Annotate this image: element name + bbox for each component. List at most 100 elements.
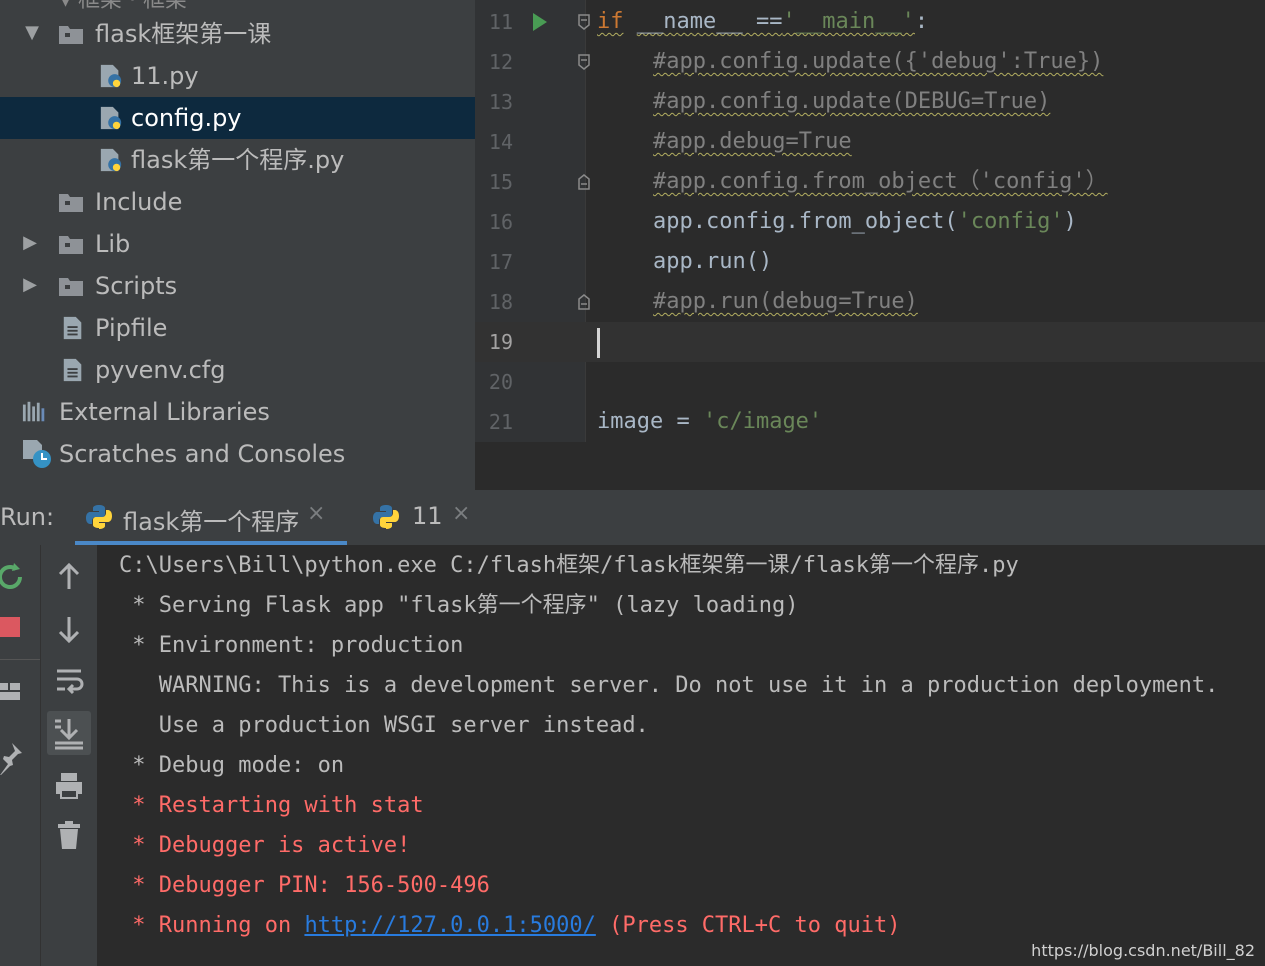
chevron-right-icon[interactable]: ▶ (20, 233, 40, 253)
fold-end-icon[interactable] (577, 174, 591, 190)
run-tab-flask-first[interactable]: flask第一个程序 × (75, 490, 347, 545)
code-line-current[interactable]: 19 (475, 322, 1265, 362)
stop-icon[interactable] (0, 607, 30, 647)
tab-label: flask第一个程序 (123, 508, 300, 536)
trash-icon[interactable] (49, 815, 89, 855)
code-line[interactable]: 18 #app.run(debug=True) (475, 282, 1265, 322)
fold-icon[interactable] (577, 54, 591, 70)
scroll-to-end-icon[interactable] (47, 711, 91, 755)
line-number: 13 (488, 90, 513, 114)
code-line[interactable]: 16 app.config.from_object('config') (475, 202, 1265, 242)
tree-item-scripts[interactable]: ▶ Scripts (0, 265, 475, 307)
run-actions-toolbar (0, 545, 40, 966)
tree-item-label: pyvenv.cfg (95, 356, 226, 384)
code-text: #app.run(debug=True) (653, 285, 918, 319)
code-string: 'config' (957, 209, 1064, 234)
text-caret (597, 328, 600, 358)
python-file-icon (100, 106, 122, 130)
chevron-down-icon[interactable]: ▼ (22, 23, 42, 43)
code-line[interactable]: 14 #app.debug=True (475, 122, 1265, 162)
code-editor[interactable]: 11 if __name__ =='__main__': 12 #app.con… (475, 0, 1265, 442)
print-icon[interactable] (49, 765, 89, 805)
tree-item-flask-course[interactable]: ▼ flask框架第一课 (0, 13, 475, 55)
console-line: C:\Users\Bill\python.exe C:/flash框架/flas… (119, 553, 1019, 578)
soft-wrap-icon[interactable] (49, 661, 89, 701)
tree-item-label: Scratches and Consoles (59, 440, 346, 468)
editor-empty-area (475, 442, 1265, 490)
line-number: 17 (488, 250, 513, 274)
code-line[interactable]: 13 #app.config.update(DEBUG=True) (475, 82, 1265, 122)
layout-icon[interactable] (0, 671, 30, 711)
fold-end-icon[interactable] (577, 294, 591, 310)
code-string: 'c/image' (702, 409, 823, 434)
tree-item-pyvenv[interactable]: pyvenv.cfg (0, 349, 475, 391)
code-line[interactable]: 17 app.run() (475, 242, 1265, 282)
down-arrow-icon[interactable] (49, 609, 89, 649)
close-icon[interactable]: × (307, 501, 325, 526)
code-line[interactable]: 20 (475, 362, 1265, 402)
code-comment: #app.debug=True (653, 129, 852, 154)
tree-item-scratches[interactable]: Scratches and Consoles (0, 433, 475, 475)
tree-item-label: flask框架第一课 (95, 20, 272, 48)
console-line: WARNING: This is a development server. D… (119, 673, 1219, 698)
run-gutter-icon[interactable] (533, 13, 547, 31)
tree-item-flask-first-py[interactable]: flask第一个程序.py (0, 139, 475, 181)
tree-item-external-libraries[interactable]: External Libraries (0, 391, 475, 433)
tree-item-lib[interactable]: ▶ Lib (0, 223, 475, 265)
code-text: image = 'c/image' (597, 405, 822, 439)
pin-icon[interactable] (0, 735, 30, 776)
python-file-icon (100, 64, 122, 88)
run-label: Run: (0, 503, 55, 531)
code-line[interactable]: 21 image = 'c/image' (475, 402, 1265, 442)
tree-item-label: Lib (95, 230, 131, 258)
console-line: Use a production WSGI server instead. (119, 713, 649, 738)
tree-item-label: External Libraries (59, 398, 270, 426)
tree-item-label: flask第一个程序.py (131, 146, 345, 174)
code-line[interactable]: 15 #app.config.from_object（'config'） (475, 162, 1265, 202)
rerun-icon[interactable] (0, 557, 32, 597)
server-url-link[interactable]: http://127.0.0.1:5000/ (304, 913, 595, 938)
fold-icon[interactable] (577, 14, 591, 30)
code-colon: : (914, 9, 929, 34)
code-comment: #app.config.update({'debug':True}) (653, 49, 1104, 74)
code-comment: #app.config.from_object（'config'） (653, 169, 1108, 194)
console-actions-toolbar (40, 545, 98, 966)
tree-item-11-py[interactable]: 11.py (0, 55, 475, 97)
code-comment: #app.run(debug=True) (653, 289, 918, 314)
running-suffix: (Press CTRL+C to quit) (595, 913, 901, 938)
line-number: 19 (488, 330, 513, 354)
line-number: 20 (488, 370, 513, 394)
console-line-error: * Running on http://127.0.0.1:5000/ (Pre… (119, 911, 900, 941)
libraries-icon (22, 401, 45, 422)
code-string: '__main__' (782, 9, 915, 34)
code-assign: image = (597, 409, 703, 434)
line-number: 16 (488, 210, 513, 234)
folder-icon (59, 236, 83, 254)
tree-item-label: 11.py (131, 62, 199, 90)
tree-item-pipfile[interactable]: Pipfile (0, 307, 475, 349)
console-line-error: * Restarting with stat (119, 793, 424, 818)
toolbar-divider (0, 659, 40, 660)
chevron-right-icon[interactable]: ▶ (20, 275, 40, 295)
code-line[interactable]: 11 if __name__ =='__main__': (475, 2, 1265, 42)
line-number: 15 (488, 170, 513, 194)
tree-item-config-py[interactable]: config.py (0, 97, 475, 139)
console-output[interactable]: C:\Users\Bill\python.exe C:/flash框架/flas… (97, 545, 1265, 966)
console-line-error: * Debugger is active! (119, 833, 411, 858)
close-icon[interactable]: × (452, 501, 470, 526)
folder-icon (59, 26, 83, 44)
folder-icon (59, 194, 83, 212)
python-icon (373, 505, 399, 529)
text-file-icon (63, 316, 82, 340)
folder-icon (59, 278, 83, 296)
code-text: #app.config.update(DEBUG=True) (653, 85, 1050, 119)
console-line: * Debug mode: on (119, 753, 345, 778)
code-comment: #app.config.update(DEBUG=True) (653, 89, 1051, 114)
code-line[interactable]: 12 #app.config.update({'debug':True}) (475, 42, 1265, 82)
run-tab-11[interactable]: 11 × (360, 490, 480, 545)
up-arrow-icon[interactable] (49, 557, 89, 597)
line-number: 14 (488, 130, 513, 154)
running-prefix: * Running on (119, 913, 305, 938)
tree-item-label: Include (95, 188, 183, 216)
tree-item-include[interactable]: Include (0, 181, 475, 223)
